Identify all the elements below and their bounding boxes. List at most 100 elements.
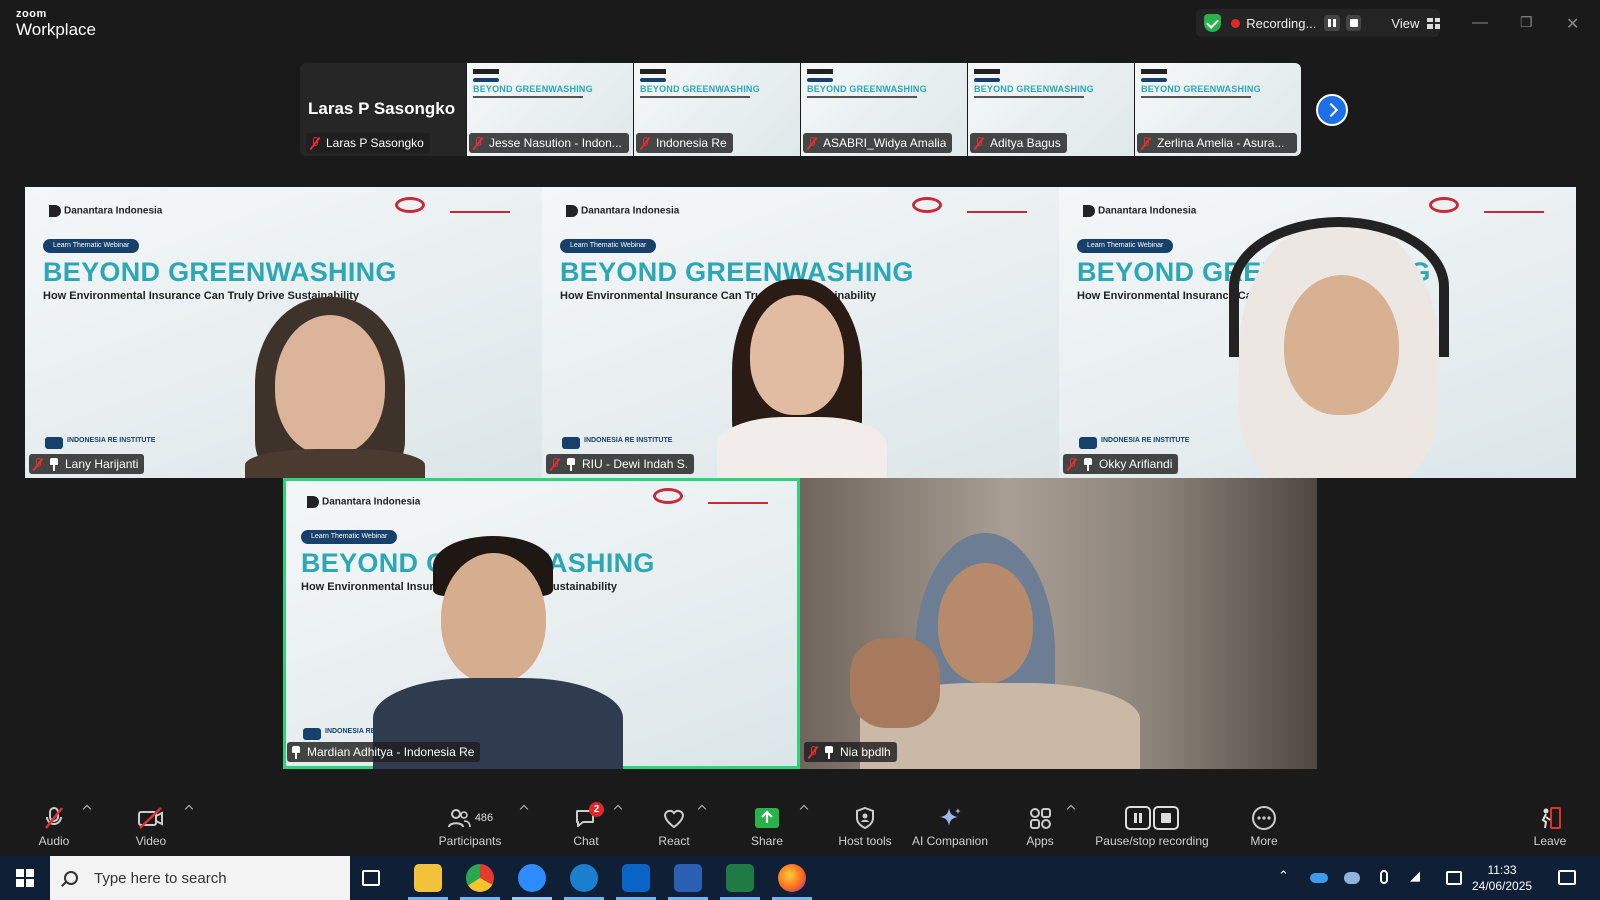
windows-start-icon[interactable] [16,869,34,887]
security-shield-icon[interactable] [1204,14,1222,32]
camera-icon [562,437,580,449]
name-tag: Lany Harijanti [29,454,145,474]
video-tile-active[interactable]: Danantara Indonesia Learn Thematic Webin… [283,478,800,769]
pause-recording-button[interactable] [1324,15,1340,31]
excel-icon[interactable] [726,864,754,892]
video-tile[interactable]: Danantara Indonesia Learn Thematic Webin… [1059,187,1576,478]
ai-sparkle-icon [940,808,961,826]
slide-logo: Danantara Indonesia [566,205,679,217]
participant-name: ASABRI_Widya Amalia [823,136,947,150]
react-button[interactable]: React [654,806,694,848]
audio-options-caret-icon[interactable] [82,804,92,814]
host-tools-button[interactable]: Host tools [832,806,898,848]
display-icon[interactable] [1446,871,1462,885]
participants-icon [447,809,471,828]
thumbnail-tile[interactable]: BEYOND GREENWASHING Indonesia Re [634,63,800,156]
name-tag: Okky Arifiandi [1063,454,1179,474]
thumbnail-tile[interactable]: BEYOND GREENWASHING Zerlina Amelia - Asu… [1135,63,1301,156]
slide-institute: INDONESIA RE INSTITUTE [584,437,673,444]
slide-pill: Learn Thematic Webinar [560,239,657,253]
video-tile[interactable]: Nia bpdlh [800,478,1317,769]
firefox-icon[interactable] [778,864,806,892]
participant-name: Aditya Bagus [990,136,1061,150]
pause-stop-label: Pause/stop recording [1095,834,1209,848]
task-view-icon[interactable] [362,870,380,886]
slide-institute: INDONESIA RE INSTITUTE [1101,437,1190,444]
audio-button[interactable]: Audio [34,806,74,848]
chat-caret-icon[interactable] [613,804,623,814]
participants-button[interactable]: 486 Participants [430,806,510,848]
video-tile[interactable]: Danantara Indonesia Learn Thematic Webin… [542,187,1059,478]
cloud-sync-icon[interactable] [1344,872,1360,884]
slide-pill: Learn Thematic Webinar [301,530,398,544]
thumbnail-tile[interactable]: BEYOND GREENWASHING Aditya Bagus [968,63,1134,156]
outlook-icon[interactable] [622,864,650,892]
slide-logo-text: Danantara Indonesia [322,496,421,508]
taskbar-search[interactable]: Type here to search [50,856,350,900]
pin-icon [566,457,576,471]
react-caret-icon[interactable] [697,804,707,814]
slide-logo-text: Danantara Indonesia [581,205,680,217]
audio-label: Audio [38,834,70,848]
chrome-icon[interactable] [466,864,494,892]
participants-caret-icon[interactable] [519,804,529,814]
thumbnail-featured[interactable]: Laras P Sasongko Laras P Sasongko [300,63,466,156]
share-button[interactable]: Share [747,806,787,848]
thumbnail-slide-title: BEYOND GREENWASHING [640,84,760,94]
close-icon[interactable]: ✕ [1566,14,1579,34]
mic-muted-icon [550,457,560,471]
slide-pill: Learn Thematic Webinar [1077,239,1174,253]
apps-caret-icon[interactable] [1066,804,1076,814]
share-caret-icon[interactable] [799,804,809,814]
more-button[interactable]: More [1244,806,1284,848]
mic-muted-icon [33,457,43,471]
video-button[interactable]: Video [128,806,174,848]
thumbnail-slide-title: BEYOND GREENWASHING [473,84,593,94]
slide-logo-text: Danantara Indonesia [64,205,163,217]
participant-name: RIU - Dewi Indah S. [582,457,689,471]
recording-label: Recording... [1246,15,1317,31]
mic-muted-icon [45,807,63,829]
zoom-app-icon[interactable] [518,864,546,892]
video-label: Video [135,834,167,848]
next-page-button[interactable] [1316,94,1348,126]
view-button[interactable]: View [1391,16,1419,31]
pin-icon [291,745,301,759]
restore-icon[interactable]: ❐ [1520,14,1533,31]
heart-icon [663,809,685,829]
participant-count: 486 [474,812,494,824]
slide-logo: Danantara Indonesia [1083,205,1196,217]
system-clock[interactable]: 11:33 24/06/2025 [1472,862,1532,894]
name-tag: Zerlina Amelia - Asura... [1137,133,1297,153]
slide-logo-text: Danantara Indonesia [1098,205,1197,217]
participant-name: Mardian Adhitya - Indonesia Re [307,745,475,759]
notifications-icon[interactable] [1558,870,1576,885]
participant-name: Okky Arifiandi [1099,457,1173,471]
participant-name: Nia bpdlh [840,745,891,759]
minimize-icon[interactable]: — [1472,14,1488,32]
microphone-icon[interactable] [1380,870,1388,884]
slide-pill: Learn Thematic Webinar [43,239,140,253]
network-icon[interactable]: ◢ [1410,868,1420,884]
pause-stop-recording-button[interactable]: Pause/stop recording [1090,806,1214,848]
slide-title: BEYOND GREENWASHING [43,257,397,287]
thumbnail-tile[interactable]: BEYOND GREENWASHING ASABRI_Widya Amalia [801,63,967,156]
video-options-caret-icon[interactable] [184,804,194,814]
leave-button[interactable]: Leave [1530,806,1570,848]
video-tile[interactable]: Danantara Indonesia Learn Thematic Webin… [25,187,542,478]
name-tag: Aditya Bagus [970,133,1067,153]
thumbnail-slide-title: BEYOND GREENWASHING [1141,84,1261,94]
copilot-icon[interactable] [570,864,598,892]
name-tag: Laras P Sasongko [306,133,430,153]
tray-chevron-icon[interactable]: ⌃ [1278,868,1289,884]
view-grid-icon[interactable] [1427,17,1440,29]
slide-institute: INDONESIA RE INSTITUTE [67,437,156,444]
apps-button[interactable]: Apps [1020,806,1060,848]
word-icon[interactable] [674,864,702,892]
file-explorer-icon[interactable] [414,864,442,892]
stop-recording-button[interactable] [1345,15,1362,31]
ai-companion-button[interactable]: AI Companion [908,806,992,848]
more-label: More [1250,834,1278,848]
onedrive-icon[interactable] [1310,873,1328,883]
thumbnail-tile[interactable]: BEYOND GREENWASHING Jesse Nasution - Ind… [467,63,633,156]
